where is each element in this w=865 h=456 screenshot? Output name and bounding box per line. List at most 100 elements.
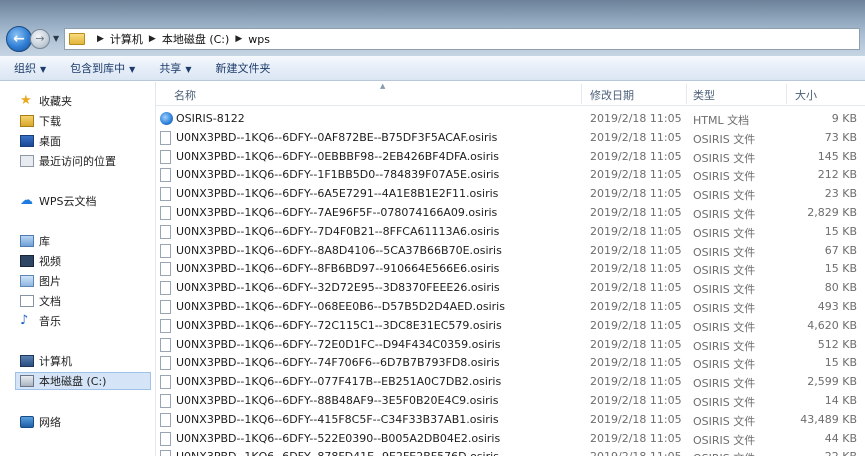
forward-arrow-icon[interactable]: → [30,29,50,49]
file-date: 2019/2/18 11:05 [590,412,682,426]
nav-videos[interactable]: 视频 [20,252,61,270]
nav-network[interactable]: 网络 [20,413,61,431]
nav-libraries-label: 库 [39,235,50,248]
file-icon [160,187,171,202]
file-type: OSIRIS 文件 [693,339,756,353]
file-size: 44 KB [824,431,857,445]
file-row[interactable]: U0NX3PBD--1KQ6--6DFY--077F417B--EB251A0C… [156,373,865,391]
folder-icon [69,33,85,45]
file-row[interactable]: U0NX3PBD--1KQ6--6DFY--88B48AF9--3E5F0B20… [156,392,865,410]
column-header-type[interactable]: 类型 [693,87,715,103]
file-size: 145 KB [817,149,857,163]
file-row[interactable]: U0NX3PBD--1KQ6--6DFY--068EE0B6--D57B5D2D… [156,298,865,316]
nav-music-label: 音乐 [39,315,61,328]
nav-local-disk-label: 本地磁盘 (C:) [39,375,107,388]
chevron-down-icon: ▼ [129,65,136,74]
file-date: 2019/2/18 11:05 [590,356,682,370]
file-row[interactable]: U0NX3PBD--1KQ6--6DFY--7D4F0B21--8FFCA611… [156,223,865,241]
file-row[interactable]: U0NX3PBD--1KQ6--6DFY--7AE96F5F--07807416… [156,204,865,222]
file-name: U0NX3PBD--1KQ6--6DFY--7D4F0B21--8FFCA611… [176,224,500,238]
file-type: OSIRIS 文件 [693,226,756,240]
file-icon [160,243,171,258]
breadcrumb-separator-icon[interactable]: ▶ [97,34,104,44]
nav-wps-cloud[interactable]: ☁ WPS云文档 [20,192,97,210]
nav-documents[interactable]: 文档 [20,292,61,310]
file-date: 2019/2/18 11:05 [590,130,682,144]
column-header-size[interactable]: 大小 [795,87,817,103]
file-type: OSIRIS 文件 [693,170,756,184]
file-row[interactable]: U0NX3PBD--1KQ6--6DFY--0AF872BE--B75DF3F5… [156,129,865,147]
column-header-name[interactable]: 名称 [174,87,196,103]
file-row[interactable]: U0NX3PBD--1KQ6--6DFY--415F8C5F--C34F33B3… [156,411,865,429]
nav-pictures-label: 图片 [39,275,61,288]
file-type: OSIRIS 文件 [693,358,756,372]
file-type: OSIRIS 文件 [693,264,756,278]
column-divider[interactable] [686,84,687,104]
star-icon: ★ [20,93,32,108]
breadcrumb-separator-icon[interactable]: ▶ [235,34,242,44]
nav-libraries[interactable]: 库 [20,232,50,250]
file-row[interactable]: U0NX3PBD--1KQ6--6DFY--72E0D1FC--D94F434C… [156,336,865,354]
file-row[interactable]: U0NX3PBD--1KQ6--6DFY--8A8D4106--5CA37B66… [156,242,865,260]
breadcrumb-computer[interactable]: 计算机 [110,31,143,47]
file-size: 212 KB [817,168,857,182]
file-row[interactable]: U0NX3PBD--1KQ6--6DFY--1F1BB5D0--784839F0… [156,166,865,184]
file-type: OSIRIS 文件 [693,151,756,165]
file-row[interactable]: OSIRIS-8122 2019/2/18 11:05 HTML 文档 9 KB [156,110,865,128]
file-row[interactable]: U0NX3PBD--1KQ6--6DFY--8FB6BD97--910664E5… [156,260,865,278]
file-row[interactable]: U0NX3PBD--1KQ6--6DFY--522E0390--B005A2DB… [156,430,865,448]
recent-pages-chevron-icon[interactable]: ▼ [53,34,59,43]
organize-button[interactable]: 组织 ▼ [14,60,46,76]
nav-videos-label: 视频 [39,255,61,268]
nav-recent-places[interactable]: 最近访问的位置 [20,152,116,170]
file-row[interactable]: U0NX3PBD--1KQ6--6DFY--32D72E95--3D8370FE… [156,279,865,297]
nav-music[interactable]: ♪ 音乐 [20,312,61,330]
file-date: 2019/2/18 11:05 [590,300,682,313]
file-name: U0NX3PBD--1KQ6--6DFY--522E0390--B005A2DB… [176,431,501,445]
nav-pictures[interactable]: 图片 [20,272,61,290]
file-name: U0NX3PBD--1KQ6--6DFY--0EBBBF98--2EB426BF… [176,149,500,163]
nav-wps-cloud-label: WPS云文档 [39,195,97,208]
nav-downloads[interactable]: 下载 [20,112,61,130]
nav-favorites[interactable]: ★ 收藏夹 [20,92,72,110]
desktop-icon [20,135,34,147]
new-folder-button[interactable]: 新建文件夹 [215,60,270,76]
nav-documents-label: 文档 [39,295,61,308]
nav-desktop[interactable]: 桌面 [20,132,61,150]
file-name: U0NX3PBD--1KQ6--6DFY--077F417B--EB251A0C… [176,375,502,389]
file-row[interactable]: U0NX3PBD--1KQ6--6DFY--0EBBBF98--2EB426BF… [156,148,865,166]
file-row[interactable]: U0NX3PBD--1KQ6--6DFY--74F706F6--6D7B7B79… [156,354,865,372]
back-arrow-icon[interactable]: ← [6,26,32,52]
share-button[interactable]: 共享 ▼ [159,60,191,76]
file-date: 2019/2/18 11:05 [590,149,682,163]
picture-icon [20,275,34,287]
column-divider[interactable] [581,84,582,104]
file-name: U0NX3PBD--1KQ6--6DFY--068EE0B6--D57B5D2D… [176,300,505,313]
hard-drive-icon [20,375,34,387]
file-icon [160,168,171,183]
breadcrumb-wps[interactable]: wps [248,33,270,46]
breadcrumb-local-disk[interactable]: 本地磁盘 (C:) [162,31,229,47]
breadcrumb-separator-icon[interactable]: ▶ [149,34,156,44]
file-size: 73 KB [824,130,857,144]
nav-computer[interactable]: 计算机 [20,352,72,370]
file-icon [160,394,171,408]
nav-local-disk[interactable]: 本地磁盘 (C:) [15,372,151,390]
share-label: 共享 [159,62,182,75]
column-header-row: ▲ 名称 修改日期 类型 大小 [156,82,865,106]
include-library-button[interactable]: 包含到库中 ▼ [70,60,135,76]
network-icon [20,416,34,428]
file-row[interactable]: U0NX3PBD--1KQ6--6DFY--72C115C1--3DC8E31E… [156,317,865,335]
file-row[interactable]: U0NX3PBD--1KQ6--6DFY--878FD41E--9E2FE2BF… [156,448,865,456]
file-date: 2019/2/18 11:05 [590,206,682,219]
file-type: OSIRIS 文件 [693,302,756,315]
column-divider[interactable] [786,84,787,104]
address-bar[interactable]: ▶ 计算机 ▶ 本地磁盘 (C:) ▶ wps [64,28,860,50]
command-toolbar: 组织 ▼ 包含到库中 ▼ 共享 ▼ 新建文件夹 [0,56,865,81]
file-icon [160,281,171,296]
file-size: 80 KB [824,281,857,295]
file-date: 2019/2/18 11:05 [590,281,682,295]
column-header-date[interactable]: 修改日期 [590,87,634,103]
file-name: U0NX3PBD--1KQ6--6DFY--32D72E95--3D8370FE… [176,281,500,295]
file-row[interactable]: U0NX3PBD--1KQ6--6DFY--6A5E7291--4A1E8B1E… [156,185,865,203]
